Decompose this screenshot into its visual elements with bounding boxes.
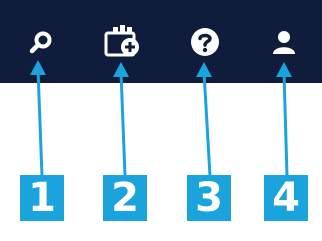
- callout-badge-1: 1: [20, 175, 64, 221]
- annotated-toolbar-screenshot: 1 2 3 4: [0, 0, 322, 241]
- callout-arrow-4: [282, 71, 289, 177]
- callout-arrow-3: [202, 71, 212, 177]
- callout-badge-2: 2: [103, 175, 147, 221]
- callout-arrow-1: [36, 69, 44, 177]
- search-icon[interactable]: [28, 30, 54, 56]
- callout-badge-3: 3: [187, 175, 231, 221]
- help-icon[interactable]: [190, 27, 220, 57]
- user-icon[interactable]: [272, 30, 296, 54]
- add-item-icon[interactable]: [103, 24, 143, 58]
- callout-arrow-2: [119, 71, 127, 177]
- callout-badge-4: 4: [264, 175, 308, 221]
- top-toolbar: [0, 0, 322, 83]
